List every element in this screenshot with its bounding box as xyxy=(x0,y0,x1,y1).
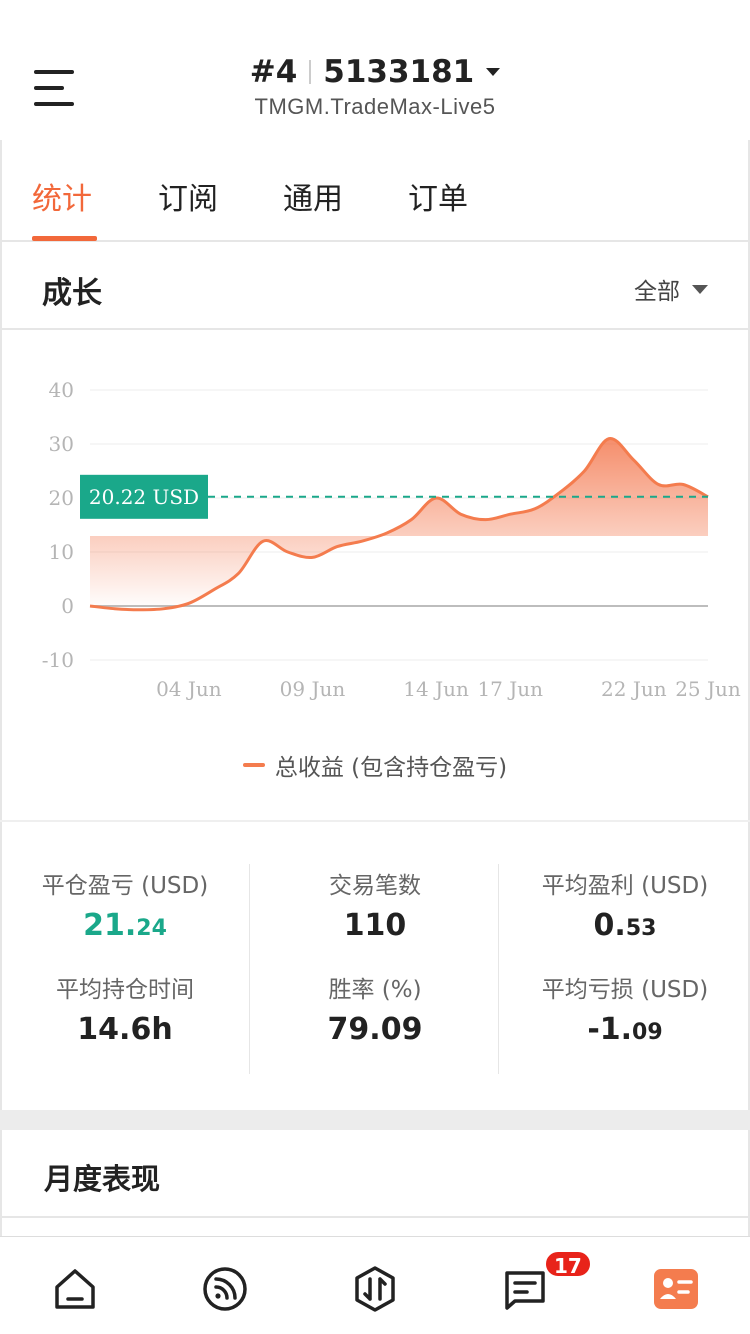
stat-trade-count: 交易笔数 110 xyxy=(250,866,500,943)
stat-value: -1.09 xyxy=(587,1012,663,1047)
section-gap xyxy=(0,1110,750,1130)
stat-avg-profit: 平均盈利 (USD) 0.53 xyxy=(500,866,750,943)
range-filter[interactable]: 全部 xyxy=(634,272,708,306)
header: #4 5133181 TMGM.TradeMax-Live5 xyxy=(0,0,750,140)
stat-value: 0.53 xyxy=(593,908,657,943)
stat-label: 平均亏损 (USD) xyxy=(541,977,709,1003)
growth-chart-svg: 40 30 20 10 0 -10 04 Jun 09 Jun 14 Jun 17 Jun 22 … xyxy=(42,378,741,701)
tab-general[interactable]: 通用 xyxy=(283,174,343,218)
legend-swatch xyxy=(242,763,265,767)
y-tick-label: 40 xyxy=(49,378,74,402)
stat-value: 79.09 xyxy=(327,1012,423,1047)
monthly-title: 月度表现 xyxy=(44,1162,161,1196)
profile-card-icon xyxy=(654,1269,698,1309)
stat-closed-pnl: 平仓盈亏 (USD) 21.24 xyxy=(0,866,250,943)
monthly-section[interactable]: 月度表现 xyxy=(2,1130,748,1218)
caret-down-icon xyxy=(486,68,501,76)
stat-avg-loss: 平均亏损 (USD) -1.09 xyxy=(500,970,750,1047)
tab-orders[interactable]: 订单 xyxy=(408,174,468,218)
trade-icon xyxy=(355,1266,395,1312)
legend-label: 总收益 (包含持仓盈亏) xyxy=(274,755,508,781)
stat-avg-hold-time: 平均持仓时间 14.6h xyxy=(0,970,250,1047)
chart-legend: 总收益 (包含持仓盈亏) xyxy=(0,748,750,782)
y-tick-label: 20 xyxy=(49,486,74,510)
account-id: 5133181 xyxy=(323,54,475,90)
account-dropdown[interactable]: #4 5133181 xyxy=(250,54,501,90)
feed-icon xyxy=(203,1267,247,1311)
tab-statistics[interactable]: 统计 xyxy=(32,174,92,218)
account-separator xyxy=(309,60,312,84)
y-tick-label: 30 xyxy=(49,432,74,456)
y-tick-label: -10 xyxy=(42,648,74,672)
stat-value: 21.24 xyxy=(83,908,167,943)
stat-label: 胜率 (%) xyxy=(328,977,422,1003)
growth-header: 成长 全部 xyxy=(0,242,750,330)
caret-down-icon xyxy=(692,284,708,294)
stat-value: 14.6h xyxy=(77,1012,173,1047)
x-tick-label: 17 Jun xyxy=(477,677,543,701)
x-tick-label: 22 Jun xyxy=(601,677,667,701)
active-tab-indicator xyxy=(32,236,97,241)
x-tick-label: 09 Jun xyxy=(280,677,346,701)
growth-title: 成长 xyxy=(42,276,102,311)
stat-value: 110 xyxy=(343,908,407,943)
stats-panel: 平仓盈亏 (USD) 21.24 交易笔数 110 平均盈利 (USD) 0.5… xyxy=(0,820,750,1110)
stat-label: 交易笔数 xyxy=(329,873,421,899)
server-name: TMGM.TradeMax-Live5 xyxy=(254,94,496,119)
tab-bar: 统计 订阅 通用 订单 xyxy=(0,140,750,242)
range-filter-label: 全部 xyxy=(634,279,680,305)
x-tick-label: 14 Jun xyxy=(403,677,469,701)
stat-label: 平仓盈亏 (USD) xyxy=(41,873,209,899)
y-tick-label: 0 xyxy=(61,594,74,618)
nav-profile[interactable] xyxy=(652,1265,700,1313)
tab-subscribe[interactable]: 订阅 xyxy=(158,174,218,218)
nav-messages[interactable] xyxy=(501,1265,549,1313)
stat-label: 平均盈利 (USD) xyxy=(541,873,709,899)
x-tick-label: 04 Jun xyxy=(156,677,222,701)
growth-chart: 40 30 20 10 0 -10 04 Jun 09 Jun 14 Jun 17 Jun 22 … xyxy=(0,330,750,820)
nav-signals[interactable] xyxy=(201,1265,249,1313)
home-icon xyxy=(55,1269,95,1309)
stat-label: 平均持仓时间 xyxy=(56,977,194,1003)
account-selector: #4 5133181 TMGM.TradeMax-Live5 xyxy=(0,54,750,120)
nav-home[interactable] xyxy=(51,1265,99,1313)
message-badge: 17 xyxy=(544,1250,592,1278)
current-value-label: 20.22 USD xyxy=(89,485,199,509)
y-tick-label: 10 xyxy=(49,540,74,564)
bottom-nav xyxy=(0,1236,750,1334)
series-area xyxy=(90,438,708,610)
message-icon xyxy=(505,1271,545,1310)
x-tick-label: 25 Jun xyxy=(675,677,741,701)
nav-trade[interactable] xyxy=(351,1265,399,1313)
account-number: #4 xyxy=(249,54,298,90)
stat-win-rate: 胜率 (%) 79.09 xyxy=(250,970,500,1047)
